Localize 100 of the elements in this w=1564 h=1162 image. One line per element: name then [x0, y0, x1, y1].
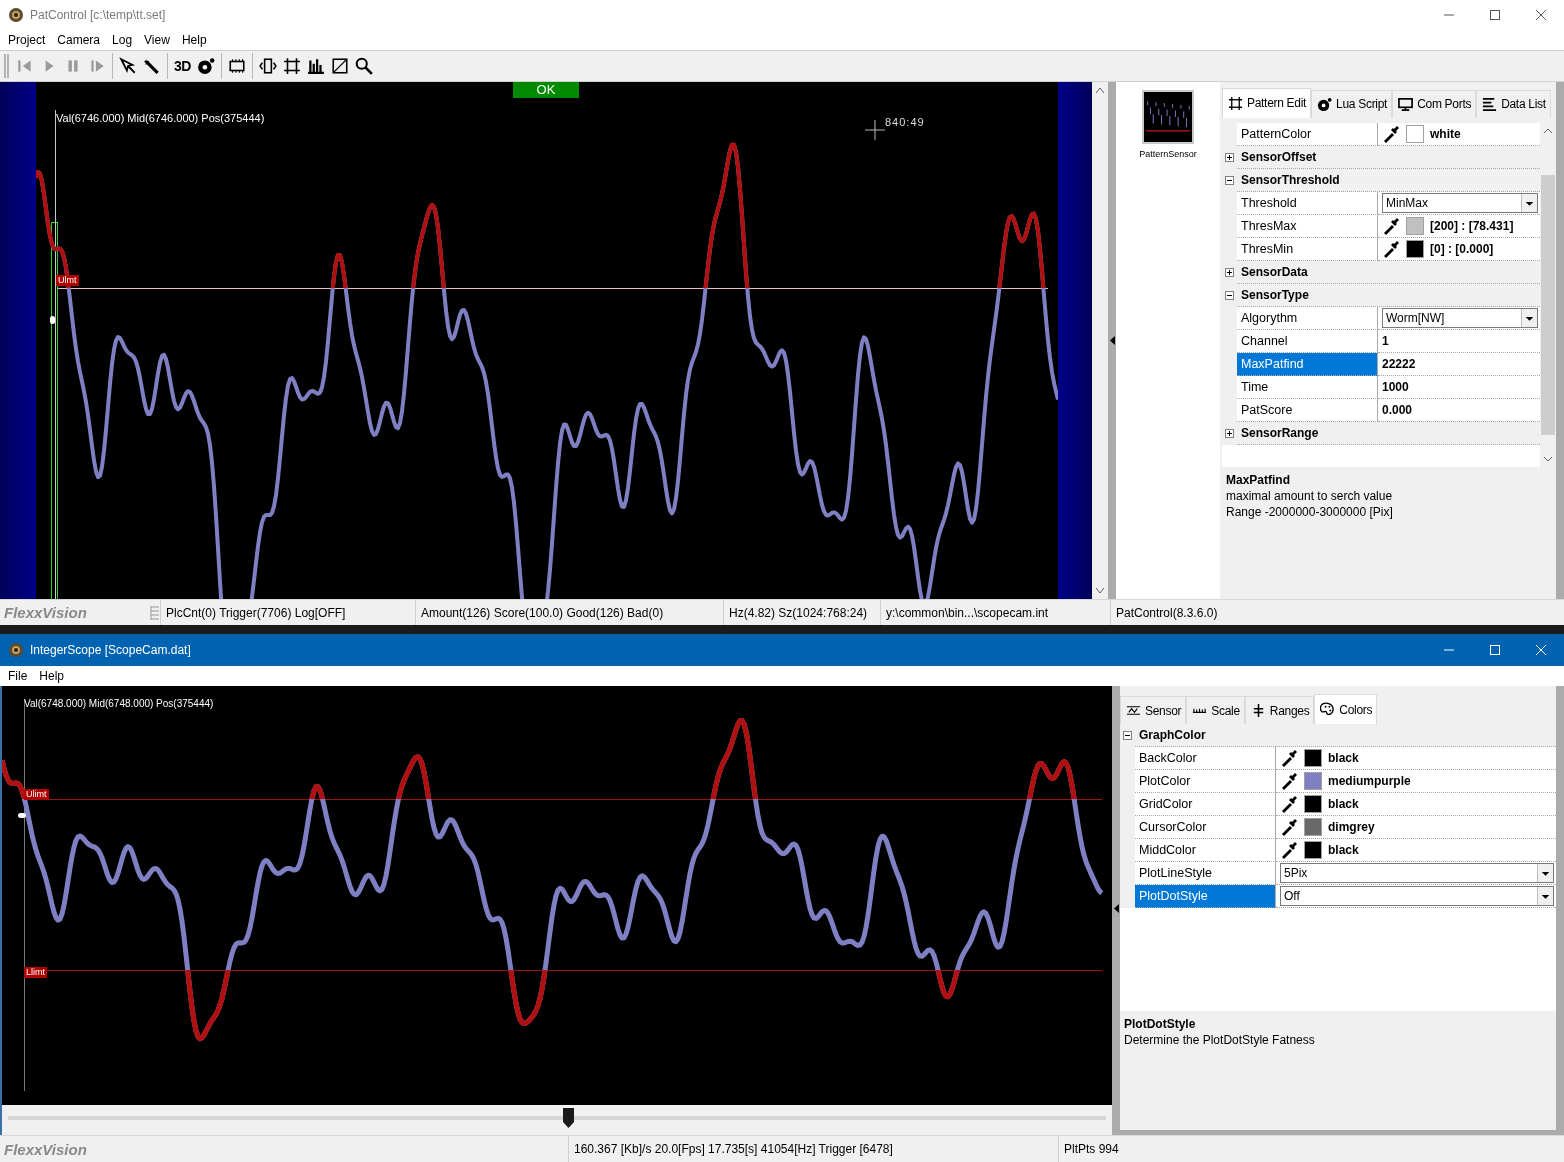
splitter-arrow-icon[interactable]: [1114, 904, 1119, 913]
crop-icon[interactable]: [282, 56, 301, 75]
description-text: maximal amount to serch value: [1226, 488, 1394, 503]
description-text: Range -2000000-3000000 [Pix]: [1226, 504, 1394, 519]
property-name[interactable]: BackColor: [1135, 747, 1276, 770]
lens-icon: [1317, 96, 1333, 112]
dropdown-field[interactable]: Worm[NW]: [1382, 307, 1538, 328]
expand-icon[interactable]: [1225, 267, 1234, 277]
eyedropper-icon[interactable]: [1382, 124, 1400, 143]
menu-item[interactable]: Log: [106, 32, 139, 47]
status-field: PatControl(8.3.6.0): [1110, 600, 1550, 625]
property-value: white: [1430, 126, 1461, 141]
search-icon[interactable]: [354, 56, 373, 75]
dropdown-field[interactable]: Off: [1280, 886, 1554, 906]
sensor-thumbnail[interactable]: [1142, 89, 1194, 144]
tab[interactable]: Com Ports: [1392, 89, 1477, 118]
chip-icon[interactable]: [227, 56, 246, 75]
menu-item[interactable]: File: [2, 669, 34, 683]
dropdown-field[interactable]: 5Pix: [1280, 863, 1554, 883]
thumbnail-label: PatternSensor: [1139, 148, 1197, 159]
expand-icon[interactable]: [1225, 152, 1234, 162]
property-name[interactable]: PatScore: [1237, 398, 1378, 422]
property-name[interactable]: Threshold: [1237, 191, 1378, 215]
scroll-down-icon[interactable]: [1095, 587, 1105, 596]
property-name[interactable]: MaxPatfind: [1237, 352, 1378, 376]
eyedropper-icon[interactable]: [1280, 749, 1298, 767]
window-title: PatControl [c:\temp\tt.set]: [30, 7, 167, 22]
splitter-arrow-icon[interactable]: [1109, 335, 1115, 345]
status-field: PlcCnt(0) Trigger(7706) Log[OFF]: [160, 600, 415, 625]
property-value: black: [1328, 797, 1359, 811]
property-name[interactable]: PatternColor: [1237, 122, 1378, 146]
property-name[interactable]: Time: [1237, 375, 1378, 399]
menu-item[interactable]: View: [138, 32, 176, 47]
scroll-up-icon[interactable]: [1095, 85, 1105, 94]
lens-icon[interactable]: [196, 56, 215, 75]
status-field: Amount(126) Score(100.0) Good(126) Bad(0): [415, 600, 723, 625]
scroll-down-icon[interactable]: [1543, 455, 1553, 463]
property-name[interactable]: GridColor: [1135, 793, 1276, 816]
eyedropper-icon[interactable]: [1382, 239, 1400, 258]
cursor-marker[interactable]: [51, 221, 58, 600]
menu-item[interactable]: Project: [2, 32, 52, 47]
slider-thumb[interactable]: [562, 1108, 574, 1128]
crosshair-icon: [865, 119, 885, 140]
brand-label: FlexxVision: [3, 604, 87, 621]
caret-icon[interactable]: [1521, 308, 1537, 327]
pointer-icon[interactable]: [119, 56, 137, 75]
toolbar-button[interactable]: 3D: [174, 57, 191, 74]
crop-icon: [1228, 95, 1243, 111]
eyedropper-icon[interactable]: [1382, 216, 1400, 235]
grip-icon[interactable]: [150, 604, 160, 621]
caret-icon[interactable]: [1537, 864, 1553, 882]
tab[interactable]: Pattern Edit: [1222, 87, 1312, 118]
eyedropper-icon[interactable]: [1280, 841, 1298, 859]
scrollbar-thumb[interactable]: [1541, 174, 1555, 435]
caret-icon[interactable]: [1521, 193, 1537, 212]
status-field: 160.367 [Kb]/s 20.0[Fps] 17.735[s] 41054[Hz] Trigger [6478]: [568, 1136, 1058, 1162]
scroll-up-icon[interactable]: [1543, 126, 1553, 134]
property-name[interactable]: MiddColor: [1135, 839, 1276, 862]
limit-label: Ulimt: [24, 789, 49, 800]
property-name[interactable]: ThresMin: [1237, 237, 1378, 261]
collapse-icon[interactable]: [1225, 290, 1234, 300]
scrollbar[interactable]: [1092, 81, 1108, 600]
tab[interactable]: Sensor: [1120, 696, 1187, 724]
collapse-icon[interactable]: [1225, 175, 1234, 185]
tab[interactable]: Lua Script: [1311, 89, 1393, 118]
app-icon: [8, 642, 24, 658]
property-value: mediumpurple: [1328, 774, 1411, 788]
dropdown-field[interactable]: MinMax: [1382, 192, 1538, 213]
description-text: Determine the PlotDotStyle Fatness: [1124, 1033, 1316, 1047]
tab[interactable]: Colors: [1314, 694, 1378, 724]
tab[interactable]: Scale: [1186, 696, 1245, 724]
menu-item[interactable]: Help: [175, 32, 213, 47]
eyedropper-icon[interactable]: [1280, 795, 1298, 813]
caret-icon[interactable]: [1537, 887, 1553, 905]
monitor-icon: [1398, 96, 1414, 112]
property-name[interactable]: ThresMax: [1237, 214, 1378, 238]
bar-chart-icon[interactable]: [306, 56, 325, 75]
menu-item[interactable]: Camera: [51, 32, 107, 47]
property-value: 1: [1382, 333, 1389, 348]
property-value: [0] : [0.000]: [1430, 241, 1494, 256]
property-name[interactable]: Channel: [1237, 329, 1378, 353]
property-value: 1000: [1382, 379, 1409, 394]
eyedropper-icon[interactable]: [1280, 772, 1298, 790]
property-name[interactable]: CursorColor: [1135, 816, 1276, 839]
fit-icon[interactable]: [258, 56, 277, 75]
eyedropper-icon[interactable]: [1280, 818, 1298, 836]
tab[interactable]: Data List: [1476, 89, 1551, 118]
brand-label: FlexxVision: [3, 1140, 87, 1158]
property-name[interactable]: PlotDotStyle: [1135, 885, 1276, 908]
property-name[interactable]: PlotLineStyle: [1135, 862, 1276, 885]
square-icon[interactable]: [330, 56, 349, 75]
tab[interactable]: Ranges: [1244, 696, 1315, 724]
grip-handle-icon: [4, 52, 10, 79]
property-value: 0.000: [1382, 402, 1413, 417]
menu-item[interactable]: Help: [33, 669, 71, 683]
readout-text: Val(6748.000) Mid(6748.000) Pos(375444): [24, 698, 214, 709]
property-name[interactable]: Algorythm: [1237, 306, 1378, 330]
property-name[interactable]: PlotColor: [1135, 770, 1276, 793]
collapse-icon[interactable]: [1123, 731, 1132, 740]
expand-icon[interactable]: [1225, 428, 1234, 438]
